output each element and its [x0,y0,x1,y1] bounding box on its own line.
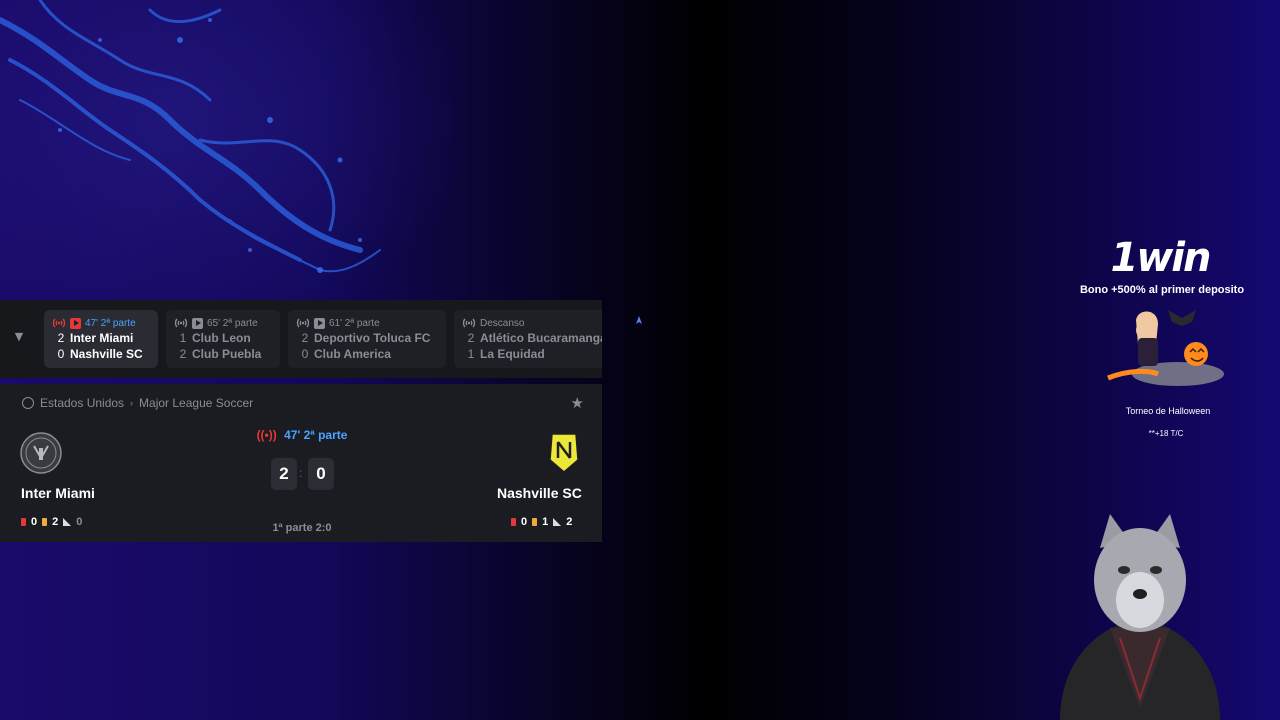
home-team: Club Leon [192,331,251,345]
league-label[interactable]: Major League Soccer [139,396,253,410]
away-team: La Equidad [480,347,545,361]
away-team: Club Puebla [192,347,262,361]
live-match-card[interactable]: Descanso 2 Atlético Bucaramanga 1 La Equid… [454,310,602,368]
yellow-card-icon [42,518,48,526]
chevron-down-icon[interactable]: ▼ [8,330,30,348]
away-team-name: Nashville SC [497,485,582,501]
water-splash-decoration [0,0,381,273]
live-broadcast-icon [174,318,188,328]
football-icon [22,397,34,409]
country-label[interactable]: Estados Unidos [40,396,124,410]
mouse-cursor-icon [636,316,642,324]
halloween-promo-image [1107,310,1224,386]
live-broadcast-icon [52,318,66,328]
away-score: 0 [301,347,309,361]
favorite-star-icon[interactable]: ★ [571,394,584,412]
video-play-icon [192,317,203,329]
video-play-icon [314,317,325,329]
home-team: Inter Miami [70,331,134,345]
home-score: 2 [271,458,297,490]
video-play-icon [70,317,81,329]
live-broadcast-icon [296,318,310,328]
red-card-icon [21,518,26,526]
away-score: 1 [467,347,475,361]
away-score: 0 [57,347,65,361]
match-status: ((•)) 47' 2ª parte [256,428,348,442]
away-team: Nashville SC [70,347,143,361]
away-stats: 0 1 2 [511,516,572,528]
tournament-label: Torneo de Halloween [1125,406,1211,416]
red-cards: 0 [521,516,528,528]
home-team: Deportivo Toluca FC [314,331,431,345]
home-score: 2 [301,331,309,345]
yellow-card-icon [532,518,538,526]
live-broadcast-icon [462,318,476,328]
live-match-card[interactable]: 61' 2ª parte 2 Deportivo Toluca FC 0 Club … [288,310,446,368]
away-score: 2 [179,347,187,361]
match-status: Descanso [462,316,602,330]
live-match-card[interactable]: 65' 2ª parte 1 Club Leon 2 Club Puebla [166,310,280,368]
home-team-name: Inter Miami [21,485,95,501]
live-matches-bar: ▼ 47' 2ª parte 2 Inter Miami 0 Nashville S… [0,300,602,378]
chevron-right-icon: › [130,398,134,408]
home-stats: 0 2 0 [21,516,82,528]
breadcrumb: Estados Unidos › Major League Soccer [22,396,253,410]
bonus-text: Bono +500% al primer deposito [1079,284,1245,296]
red-card-icon [511,518,516,526]
yellow-cards: 2 [52,516,59,528]
corners: 0 [76,516,83,528]
away-team: Club America [314,347,391,361]
home-team: Atlético Bucaramanga [480,331,602,345]
corner-flag-icon [63,518,72,526]
home-score: 2 [467,331,475,345]
wolf-streamer-avatar [1060,514,1220,720]
red-cards: 0 [31,516,38,528]
yellow-cards: 1 [542,516,549,528]
score-separator: : [299,466,303,480]
home-score: 1 [179,331,187,345]
home-score: 2 [57,331,65,345]
terms-label: **+18 T/C [1148,429,1184,438]
brand-logo: 1win [1110,235,1212,281]
match-status: 61' 2ª parte [296,316,438,330]
match-status: 47' 2ª parte [52,316,150,330]
away-score: 0 [308,458,334,490]
corners: 2 [566,516,573,528]
live-match-card[interactable]: 47' 2ª parte 2 Inter Miami 0 Nashville SC [44,310,158,368]
live-broadcast-icon: ((•)) [256,428,277,442]
match-scoreboard: Estados Unidos › Major League Soccer ★ I… [0,384,602,542]
match-status: 65' 2ª parte [174,316,272,330]
corner-flag-icon [553,518,562,526]
